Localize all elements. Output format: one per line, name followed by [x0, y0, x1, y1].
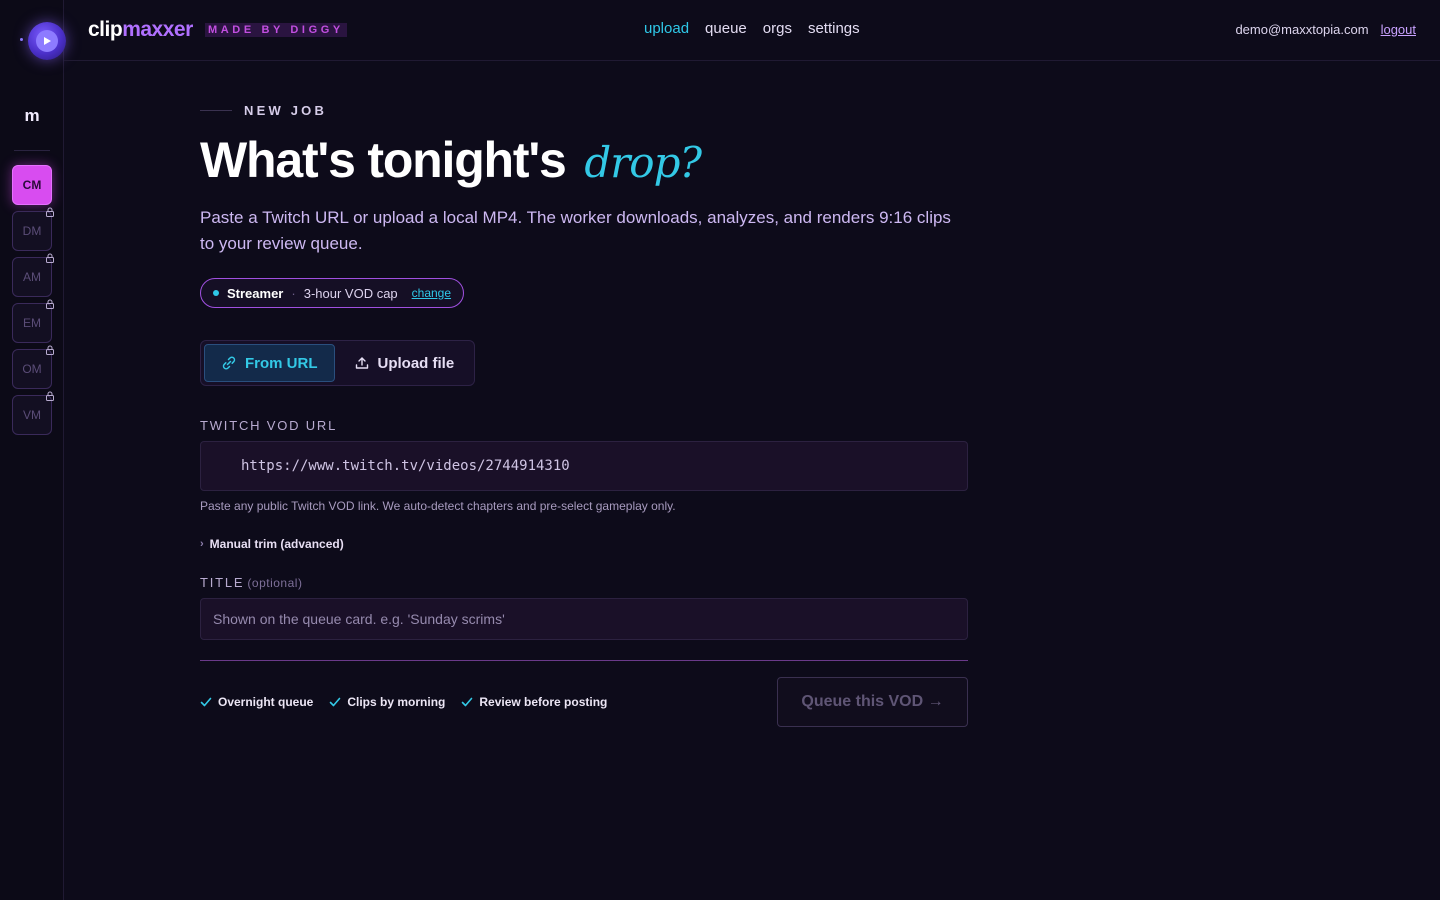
link-icon	[222, 356, 236, 370]
eyebrow-text: NEW JOB	[244, 102, 328, 118]
vod-url-input[interactable]	[200, 441, 968, 491]
account-email: demo@maxxtopia.com	[1235, 22, 1369, 37]
org-switch-am[interactable]: AM	[12, 253, 54, 297]
page-description: Paste a Twitch URL or upload a local MP4…	[200, 208, 951, 253]
org-label: VM	[23, 408, 41, 422]
plan-status-dot	[213, 290, 219, 296]
queue-vod-button[interactable]: Queue this VOD →	[777, 677, 968, 727]
eyebrow: NEW JOB	[200, 96, 968, 124]
feature-check-item: Review before posting	[461, 695, 607, 709]
source-tabs-row: From URL Upload file	[200, 308, 968, 386]
logout-link[interactable]: logout	[1381, 22, 1416, 37]
change-plan-link[interactable]: change	[412, 286, 451, 300]
feature-checks: Overnight queue Clips by morning Review …	[200, 695, 607, 709]
lock-icon	[46, 345, 54, 355]
feature-check-item: Clips by morning	[329, 695, 445, 709]
form-divider	[200, 660, 968, 661]
feature-check-item: Overnight queue	[200, 695, 313, 709]
top-bar: clipmaxxer MADE BY DIGGY upload queue or…	[64, 0, 1440, 61]
org-switch-vm[interactable]: VM	[12, 391, 54, 435]
check-icon	[200, 697, 212, 707]
account-area: demo@maxxtopia.com logout	[1235, 22, 1416, 37]
nav-orgs[interactable]: orgs	[763, 20, 792, 37]
org-label: DM	[22, 224, 42, 238]
check-icon	[462, 697, 473, 707]
tab-upload-file[interactable]: Upload file	[337, 344, 472, 382]
lock-icon	[46, 207, 54, 217]
tab-label: From URL	[245, 354, 318, 372]
plan-badge: Streamer · 3-hour VOD cap change	[200, 278, 465, 308]
org-label: EM	[23, 316, 41, 330]
headline-accent: drop?	[584, 138, 702, 187]
org-rail: m CM DM AM EM OM VM	[0, 0, 66, 900]
play-logo-icon[interactable]	[28, 22, 66, 60]
source-tabs: From URL Upload file	[200, 340, 476, 386]
headline-text: What's tonight's	[200, 132, 567, 188]
manual-trim-label: Manual trim (advanced)	[209, 537, 344, 551]
check-icon	[330, 697, 341, 707]
org-label: CM	[22, 178, 42, 192]
org-label: AM	[23, 270, 41, 284]
eyebrow-rule	[200, 109, 232, 111]
title-label-text: TITLE	[200, 575, 245, 590]
vod-url-helper: Paste any public Twitch VOD link. We aut…	[200, 499, 676, 513]
title-optional-hint: (optional)	[247, 576, 303, 590]
feature-check-label: Overnight queue	[218, 695, 314, 709]
upload-icon	[355, 357, 368, 369]
lock-icon	[46, 253, 54, 263]
lock-icon	[46, 299, 54, 309]
org-switch-om[interactable]: OM	[12, 345, 54, 389]
logo-spark	[20, 38, 23, 41]
plan-cap: 3-hour VOD cap	[303, 285, 398, 301]
feature-check-label: Clips by morning	[347, 695, 446, 709]
org-switch-dm[interactable]: DM	[12, 207, 54, 251]
org-switch-em[interactable]: EM	[12, 299, 54, 343]
nav-upload[interactable]: upload	[644, 20, 689, 37]
main-nav: upload queue orgs settings	[644, 20, 860, 37]
manual-trim-toggle[interactable]: › Manual trim (advanced)	[200, 537, 968, 551]
org-label: OM	[22, 362, 42, 376]
brand-wordmark[interactable]: clipmaxxer	[88, 18, 193, 42]
page-title: What's tonight's drop?	[200, 130, 968, 193]
plan-separator: ·	[291, 285, 296, 301]
lock-icon	[46, 391, 54, 401]
tab-label: Upload file	[377, 354, 455, 372]
user-initial[interactable]: m	[0, 106, 64, 126]
tab-from-url[interactable]: From URL	[204, 344, 335, 382]
made-by-tag: MADE BY DIGGY	[205, 23, 347, 37]
brand-part-clip: clip	[88, 18, 123, 41]
vod-url-label: TWITCH VOD URL	[200, 418, 338, 433]
chevron-right-icon: ›	[200, 538, 204, 550]
title-input[interactable]	[200, 598, 968, 640]
rail-divider	[14, 150, 50, 151]
org-switch-cm[interactable]: CM	[12, 165, 52, 205]
new-job-form: NEW JOB What's tonight's drop? Paste a T…	[200, 96, 968, 727]
brand-part-maxxer: maxxer	[122, 18, 193, 41]
title-label: TITLE (optional)	[200, 575, 968, 590]
form-footer: Overnight queue Clips by morning Review …	[200, 677, 968, 727]
feature-check-label: Review before posting	[479, 695, 608, 709]
nav-settings[interactable]: settings	[808, 20, 860, 37]
plan-tier: Streamer	[227, 285, 284, 301]
nav-queue[interactable]: queue	[705, 20, 747, 37]
